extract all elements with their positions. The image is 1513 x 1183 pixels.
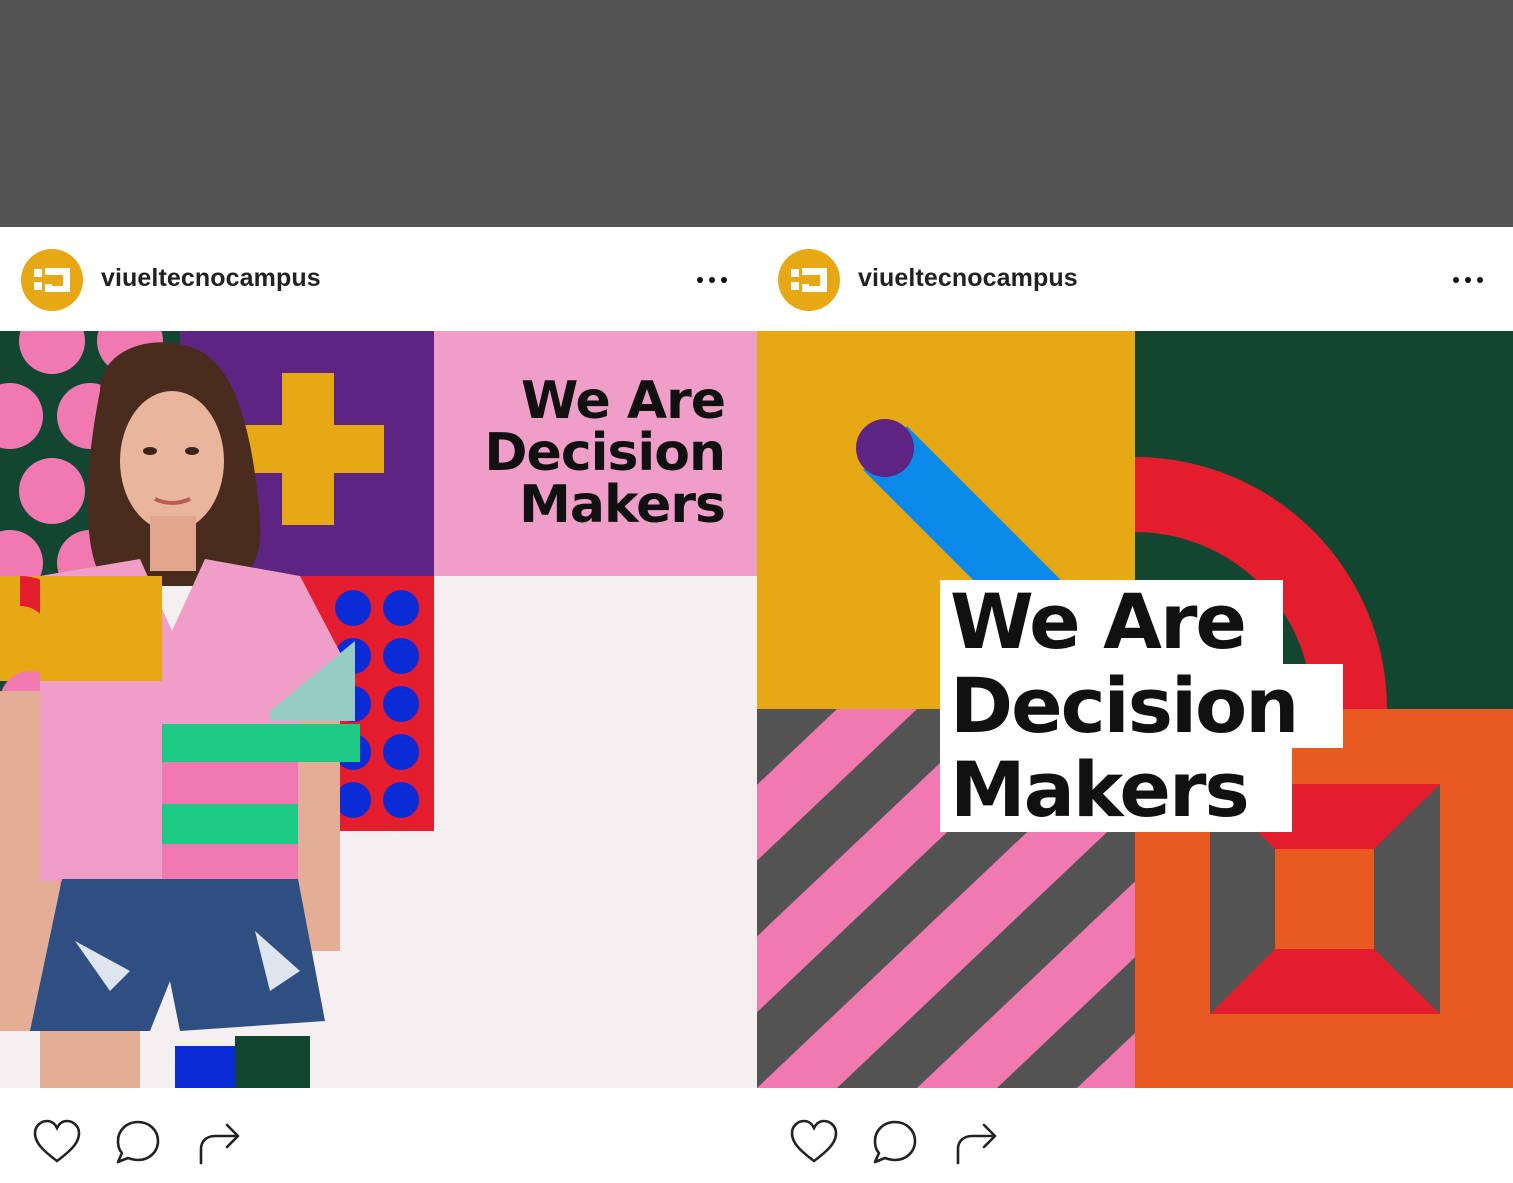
heart-icon[interactable] bbox=[31, 1117, 83, 1169]
headline-line-3: Makers bbox=[519, 475, 726, 535]
post-header: viueltecnocampus bbox=[757, 227, 1513, 331]
post-header: viueltecnocampus bbox=[0, 227, 757, 331]
avatar[interactable] bbox=[778, 249, 840, 311]
headline-line-2: Decision bbox=[940, 664, 1343, 748]
brand-logo-icon bbox=[791, 268, 827, 292]
avatar[interactable] bbox=[21, 249, 83, 311]
more-dots-icon[interactable] bbox=[697, 265, 727, 295]
headline-line-1: We Are bbox=[520, 371, 726, 431]
comment-icon[interactable] bbox=[869, 1117, 921, 1169]
top-gray-band bbox=[0, 0, 1513, 227]
poster-headline: We Are Decision Makers bbox=[484, 371, 726, 535]
headline-line-3: Makers bbox=[940, 748, 1292, 832]
more-dots-icon[interactable] bbox=[1453, 265, 1483, 295]
username[interactable]: viueltecnocampus bbox=[101, 264, 321, 293]
heart-icon[interactable] bbox=[788, 1117, 840, 1169]
comment-icon[interactable] bbox=[112, 1117, 164, 1169]
brand-logo-icon bbox=[34, 268, 70, 292]
headline-line-2: Decision bbox=[484, 423, 726, 483]
share-arrow-icon[interactable] bbox=[952, 1117, 1004, 1169]
post-card-left: viueltecnocampus We Are Decision Makers bbox=[0, 227, 757, 1183]
username[interactable]: viueltecnocampus bbox=[858, 264, 1078, 293]
post-image[interactable]: We Are Decision Makers bbox=[0, 331, 757, 1088]
post-card-right: viueltecnocampus We Are Decision Makers bbox=[757, 227, 1513, 1183]
post-image[interactable]: We Are Decision Makers bbox=[757, 331, 1513, 1088]
post-actions bbox=[757, 1117, 1513, 1173]
headline-line-1: We Are bbox=[940, 580, 1283, 664]
post-actions bbox=[0, 1117, 757, 1173]
share-arrow-icon[interactable] bbox=[195, 1117, 247, 1169]
